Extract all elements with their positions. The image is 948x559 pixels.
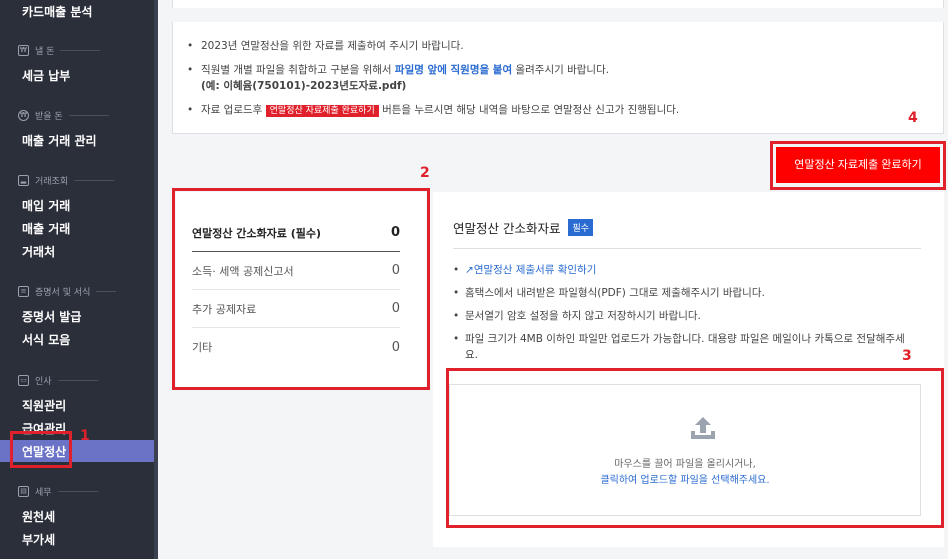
sidebar-item-forms[interactable]: 서식 모음 — [22, 331, 70, 348]
example-filename: (예: 이혜윰(750101)-2023년도자료.pdf) — [201, 80, 407, 92]
detail-bullet-3: 문서열기 암호 설정을 하지 않고 저장하시기 바랍니다. — [453, 308, 913, 324]
detail-bullet-2: 홈택스에서 내려받은 파일형식(PDF) 그대로 제출해주시기 바랍니다. — [453, 285, 913, 301]
annotation-box-2 — [172, 188, 430, 390]
required-docs-link[interactable]: 연말정산 제출서류 확인하기 — [474, 264, 597, 276]
annotation-number-2: 2 — [420, 165, 430, 181]
section-label: 세무 — [35, 488, 52, 498]
sidebar-item-employees[interactable]: 직원관리 — [22, 397, 66, 414]
required-badge: 필수 — [568, 219, 594, 236]
sidebar-section-pay: ₩ 낼 돈 — [18, 44, 101, 57]
detail-bullet-4: 파일 크기가 4MB 이하인 파일만 업로드가 가능합니다. 대용량 파일은 메… — [453, 331, 913, 363]
sidebar-item-sales-transaction[interactable]: 매출 거래 관리 — [22, 132, 97, 149]
notice-panel: 2023년 연말정산을 위한 자료를 제출하여 주시기 바랍니다. 직원별 개별… — [172, 22, 944, 134]
sidebar-section-receive: ₩ 받을 돈 — [18, 109, 109, 122]
annotation-box-1 — [10, 431, 72, 468]
sidebar-item-purchase[interactable]: 매입 거래 — [22, 197, 70, 214]
sidebar-item-card-sales[interactable]: 카드매출 분석 — [22, 3, 92, 20]
annotation-number-1: 1 — [80, 428, 90, 444]
section-label: 인사 — [35, 377, 52, 387]
annotation-number-3: 3 — [902, 348, 912, 364]
sidebar-item-vendors[interactable]: 거래처 — [22, 243, 55, 260]
wallet-icon: ₩ — [18, 45, 29, 56]
chart-icon: ▂ — [18, 175, 29, 186]
sidebar-item-withholding[interactable]: 원천세 — [22, 508, 55, 525]
external-link-icon: ↗ — [465, 264, 474, 276]
folder-icon: ▭ — [18, 375, 29, 386]
sidebar-item-sales[interactable]: 매출 거래 — [22, 220, 70, 237]
highlight-text: 파일명 앞에 직원명을 붙여 — [394, 64, 513, 76]
notice-line-1: 2023년 연말정산을 위한 자료를 제출하여 주시기 바랍니다. — [187, 38, 679, 54]
section-label: 거래조회 — [35, 177, 69, 187]
inline-button-label: 연말정산 자료제출 완료하기 — [265, 105, 379, 117]
notice-line-2: 직원별 개별 파일을 취합하고 구분을 위해서 파일명 앞에 직원명을 붙여 올… — [187, 62, 679, 94]
sidebar-item-certificate[interactable]: 증명서 발급 — [22, 308, 81, 325]
coin-icon: ₩ — [18, 110, 29, 121]
section-label: 받을 돈 — [35, 112, 63, 122]
notice-line-3: 자료 업로드후 연말정산 자료제출 완료하기 버튼을 누르시면 해당 내역을 바… — [187, 102, 679, 119]
sidebar-section-docs: ≡ 증명서 및 서식 — [18, 285, 117, 298]
receipt-icon: ▤ — [18, 486, 29, 497]
annotation-box-3 — [446, 368, 944, 528]
notice-top-border — [172, 0, 944, 8]
sidebar-section-tax: ▤ 세무 — [18, 485, 98, 498]
section-label: 낼 돈 — [35, 47, 55, 57]
sidebar: 카드매출 분석 ₩ 낼 돈 세금 납부 ₩ 받을 돈 매출 거래 관리 ▂ 거래… — [0, 0, 158, 559]
document-icon: ≡ — [18, 286, 29, 297]
submit-year-end-button[interactable]: 연말정산 자료제출 완료하기 — [776, 147, 940, 183]
sidebar-section-transactions: ▂ 거래조회 — [18, 174, 115, 187]
detail-title: 연말정산 간소화자료 필수 — [453, 218, 594, 237]
detail-bullet-link: ↗연말정산 제출서류 확인하기 — [453, 262, 913, 278]
sidebar-item-tax-payment[interactable]: 세금 납부 — [22, 67, 70, 84]
section-label: 증명서 및 서식 — [35, 288, 91, 298]
sidebar-scrollbar[interactable] — [154, 0, 158, 559]
annotation-number-4: 4 — [908, 110, 918, 126]
sidebar-section-hr: ▭ 인사 — [18, 374, 98, 387]
sidebar-item-vat[interactable]: 부가세 — [22, 531, 55, 548]
